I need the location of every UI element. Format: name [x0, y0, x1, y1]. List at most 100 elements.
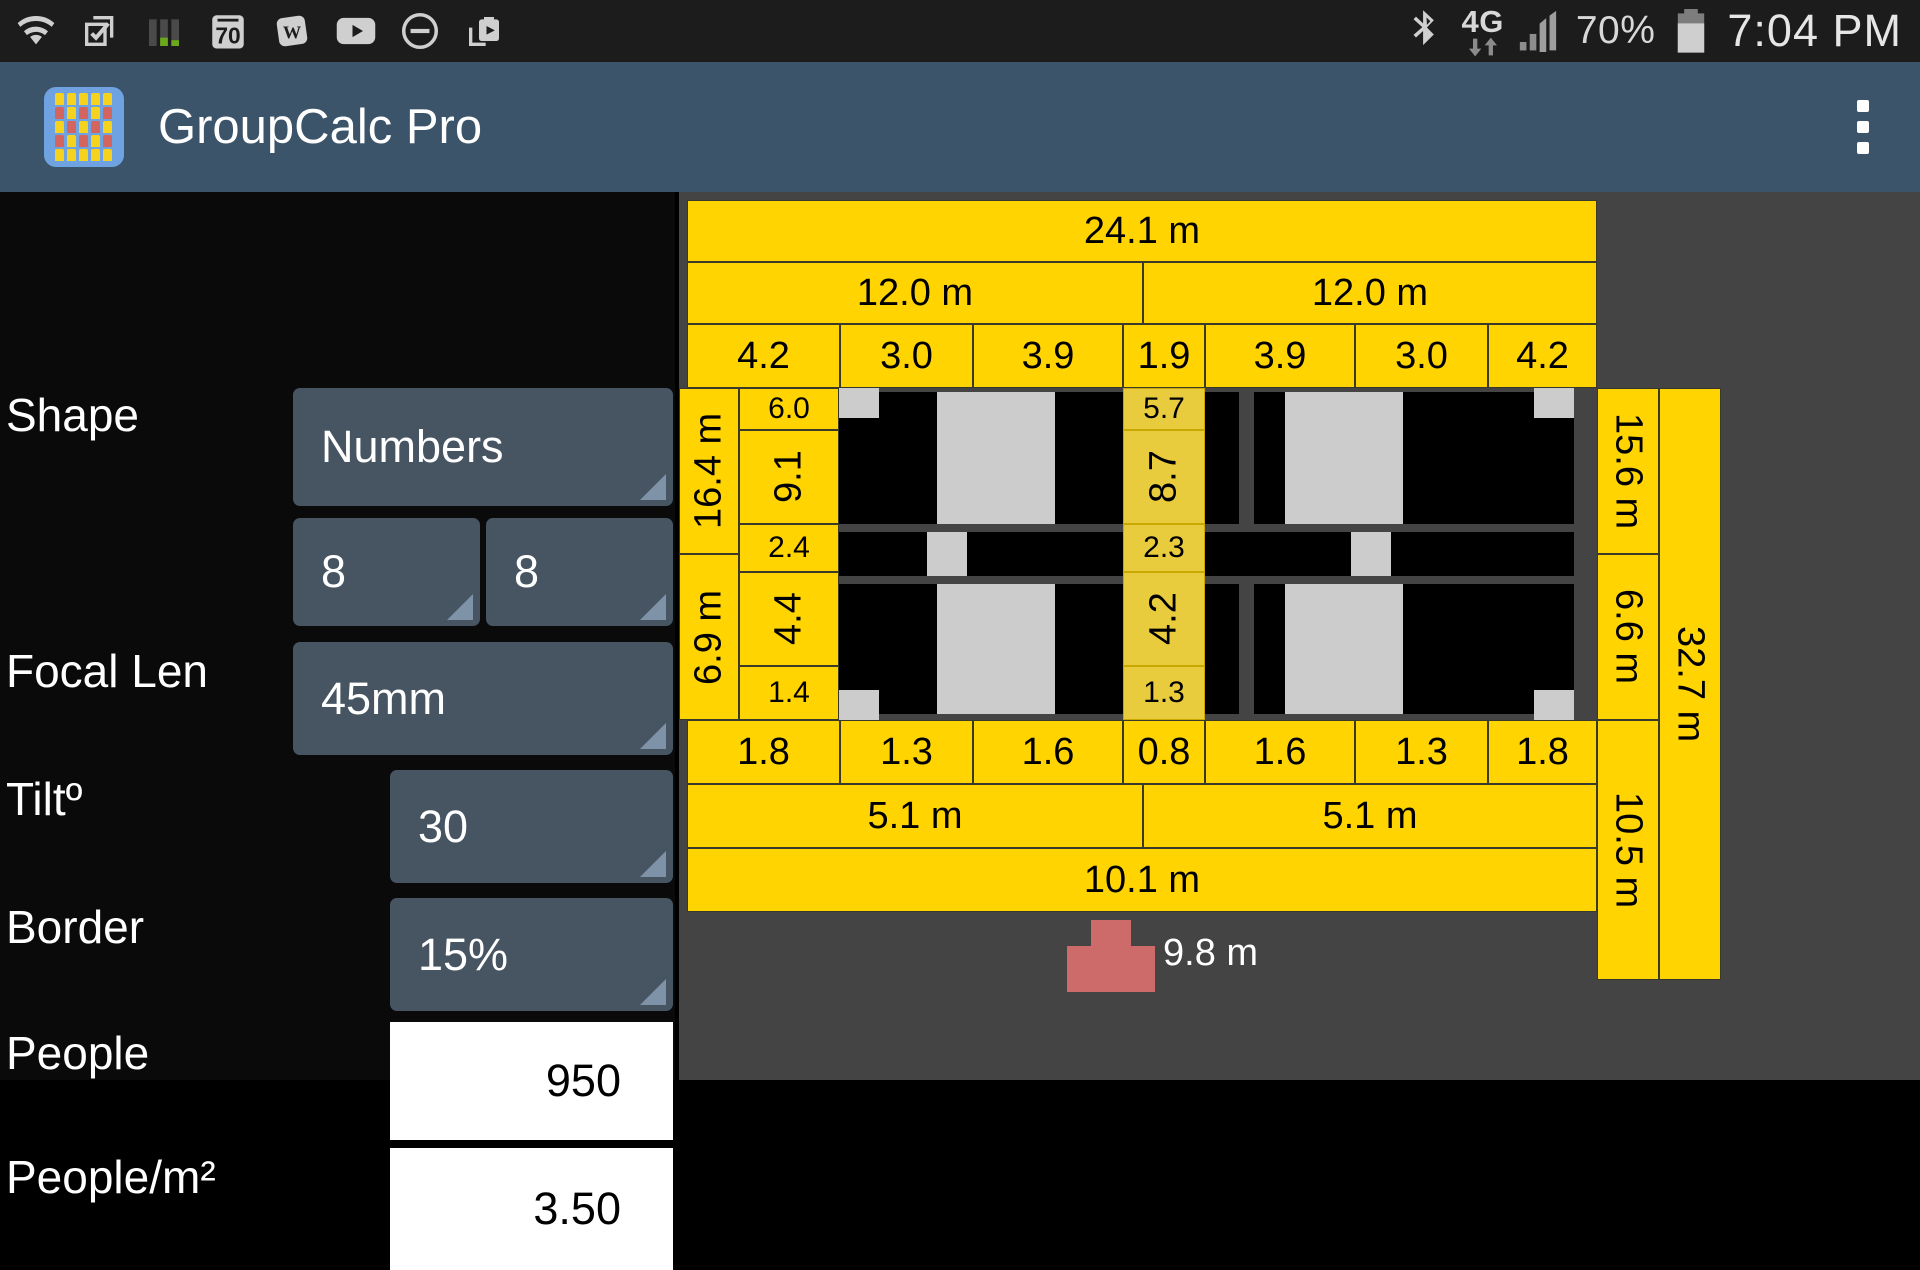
focal-length-spinner[interactable]: 45mm: [293, 642, 673, 755]
right-mid-bar: 6.6 m: [1597, 554, 1659, 720]
svg-text:70: 70: [215, 22, 240, 48]
bottom-segment-cell: 1.6: [973, 720, 1123, 784]
left-inner-cell: 9.1: [739, 430, 839, 524]
density-label: People/m²: [6, 1151, 216, 1203]
left-inner-cell: 1.4: [739, 666, 839, 720]
focal-length-value: 45mm: [321, 672, 447, 724]
right-lower-bar: 10.5 m: [1597, 720, 1659, 980]
crowd-edge-block: [839, 388, 879, 418]
center-column-cell: 2.3: [1123, 524, 1205, 572]
right-total-bar: 32.7 m: [1659, 388, 1721, 980]
bottom-segment-cell: 1.3: [1355, 720, 1488, 784]
center-column-cell: 1.3: [1123, 666, 1205, 720]
left-inner-cell: 2.4: [739, 524, 839, 572]
top-segment-cell: 3.9: [973, 324, 1123, 388]
status-bar-notification-icons: 70 W: [0, 9, 506, 53]
status-bar-clock: 7:04 PM: [1727, 5, 1902, 56]
layout-diagram[interactable]: 24.1 m 12.0 m 12.0 m 4.2 3.0 3.9 1.9 3.9…: [679, 192, 1920, 1080]
columns-spinner[interactable]: 8: [293, 518, 480, 626]
app-icon-crowd-graphic: [54, 92, 114, 162]
spinner-caret-icon: [640, 979, 666, 1005]
tilt-label: Tiltº: [6, 773, 83, 825]
crowd-gap-block: [937, 584, 1055, 714]
checkbox-note-icon: [78, 9, 122, 53]
shape-label: Shape: [6, 389, 140, 441]
battery-percent-label: 70%: [1575, 9, 1656, 52]
minus-circle-icon: [398, 9, 442, 53]
svg-text:W: W: [283, 23, 302, 43]
top-segment-cell: 4.2: [1488, 324, 1597, 388]
group-people-app-icon: [44, 87, 124, 167]
left-inner-cell: 4.4: [739, 572, 839, 666]
shape-spinner-value: Numbers: [321, 421, 504, 472]
status-bar-system-icons: 4G 70% 7:04 PM: [1403, 5, 1920, 57]
network-type-4g-icon: 4G: [1461, 6, 1503, 56]
status-bar: 70 W 4G 70% 7:04 PM: [0, 0, 1920, 62]
crowd-edge-block: [839, 690, 879, 720]
bottom-segment-cell: 1.3: [840, 720, 973, 784]
top-segment-cell: 3.0: [840, 324, 973, 388]
right-upper-bar: 15.6 m: [1597, 388, 1659, 554]
spinner-caret-icon: [640, 474, 666, 500]
people-input-value: 950: [545, 1055, 621, 1106]
tilt-value: 30: [418, 800, 469, 852]
half-width-right-bar: 12.0 m: [1143, 262, 1597, 324]
focal-length-label: Focal Len: [6, 645, 209, 697]
crowd-gap-block: [927, 532, 967, 576]
crowd-edge-block: [1534, 388, 1574, 418]
overflow-menu-icon[interactable]: [1850, 84, 1876, 170]
crowd-gap-block: [937, 392, 1055, 524]
tilt-spinner[interactable]: 30: [390, 770, 673, 883]
crowd-gap-block: [1285, 584, 1403, 714]
camera-position-marker: [1091, 920, 1131, 946]
word-w-icon: W: [270, 9, 314, 53]
bluetooth-icon: [1403, 9, 1447, 53]
people-label: People: [6, 1027, 150, 1079]
youtube-play-icon: [334, 9, 378, 53]
left-upper-total-bar: 16.4 m: [679, 388, 739, 554]
battery-icon: [1669, 9, 1713, 53]
wifi-icon: [14, 9, 58, 53]
spinner-caret-icon: [447, 594, 473, 620]
bottom-segment-cell: 1.6: [1205, 720, 1355, 784]
center-column-cell: 8.7: [1123, 430, 1205, 524]
half-width-left-bar: 12.0 m: [687, 262, 1143, 324]
left-lower-total-bar: 6.9 m: [679, 554, 739, 720]
rows-spinner[interactable]: 8: [486, 518, 673, 626]
density-input[interactable]: 3.50: [390, 1148, 673, 1270]
speed-70-icon: 70: [206, 9, 250, 53]
border-spinner[interactable]: 15%: [390, 898, 673, 1011]
total-width-bar: 24.1 m: [687, 200, 1597, 262]
crowd-gap-block: [1351, 532, 1391, 576]
bottom-half-left-bar: 5.1 m: [687, 784, 1143, 848]
border-label: Border: [6, 901, 145, 953]
density-input-value: 3.50: [533, 1183, 621, 1234]
columns-spinner-value: 8: [321, 546, 347, 597]
spinner-caret-icon: [640, 594, 666, 620]
shape-spinner[interactable]: Numbers: [293, 388, 673, 506]
left-inner-cell: 6.0: [739, 388, 839, 430]
bottom-total-bar: 10.1 m: [687, 848, 1597, 912]
top-segment-cell: 1.9: [1123, 324, 1205, 388]
people-input[interactable]: 950: [390, 1022, 673, 1140]
data-transfer-arrows-icon: [1466, 37, 1500, 57]
controls-panel: Shape Numbers 8 8 Focal Len 45mm Tiltº 3…: [0, 192, 675, 1270]
top-segment-cell: 4.2: [687, 324, 840, 388]
bottom-segment-cell: 1.8: [1488, 720, 1597, 784]
spinner-caret-icon: [640, 723, 666, 749]
bar-chart-icon: [142, 9, 186, 53]
camera-distance-label: 9.8 m: [1163, 932, 1259, 974]
bottom-segment-cell: 0.8: [1123, 720, 1205, 784]
crowd-edge-block: [1534, 690, 1574, 720]
app-title: GroupCalc Pro: [158, 100, 483, 154]
bottom-segment-cell: 1.8: [687, 720, 840, 784]
rows-spinner-value: 8: [514, 546, 540, 597]
top-segment-cell: 3.9: [1205, 324, 1355, 388]
crowd-gap-block: [1285, 392, 1403, 524]
spinner-caret-icon: [640, 851, 666, 877]
clipboard-share-icon: [462, 9, 506, 53]
center-column-cell: 4.2: [1123, 572, 1205, 666]
camera-position-marker-base: [1067, 946, 1155, 992]
bottom-half-right-bar: 5.1 m: [1143, 784, 1597, 848]
top-segment-cell: 3.0: [1355, 324, 1488, 388]
